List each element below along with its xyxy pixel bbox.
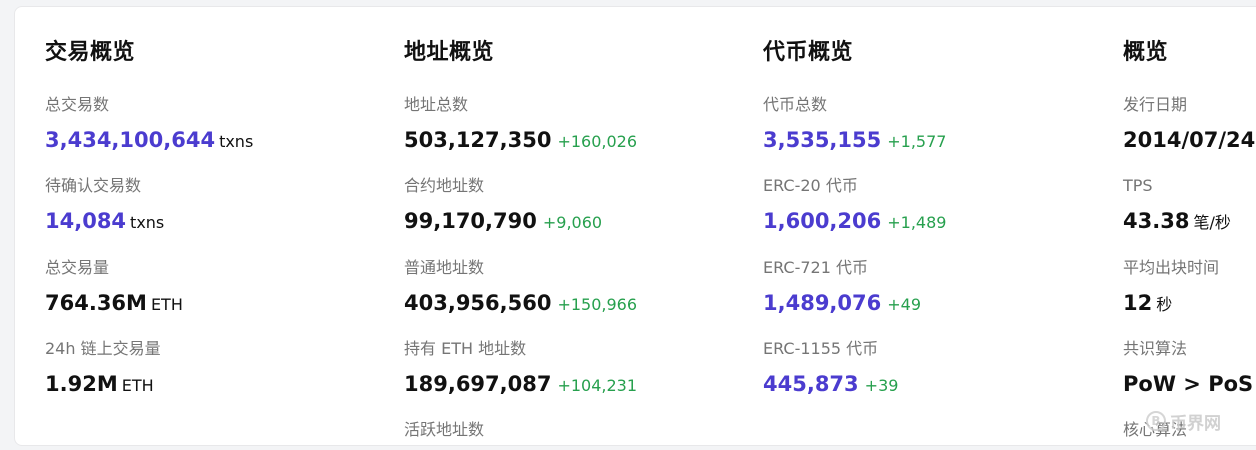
stat-unit: txns <box>219 132 254 151</box>
stat-24h-volume: 24h 链上交易量 1.92M ETH <box>45 338 161 397</box>
stat-label: 持有 ETH 地址数 <box>404 339 527 358</box>
stat-label: 总交易量 <box>45 258 110 277</box>
chain-stats-card: 交易概览 总交易数 3,434,100,644 txns 待确认交易数 14,08… <box>14 6 1256 446</box>
watermark-text: 币界网 <box>1170 413 1221 434</box>
stat-delta: +1,489 <box>887 213 947 232</box>
stat-consensus: 共识算法 PoW > PoS <box>1123 338 1253 397</box>
stat-tps: TPS 43.38 笔/秒 <box>1123 175 1231 234</box>
total-tokens-link[interactable]: 3,535,155 <box>763 128 881 152</box>
stat-total-volume: 总交易量 764.36M ETH <box>45 257 183 316</box>
stat-regular-addresses: 普通地址数 403,956,560 +150,966 <box>404 257 637 316</box>
stat-active-addresses: 活跃地址数 <box>404 419 484 441</box>
stat-unit: ETH <box>121 376 154 395</box>
stat-total-addresses: 地址总数 503,127,350 +160,026 <box>404 94 637 153</box>
stat-value: 99,170,790 <box>404 209 537 233</box>
stat-label: ERC-20 代币 <box>763 176 858 195</box>
stat-label: 代币总数 <box>763 95 828 114</box>
stat-value: 189,697,087 <box>404 372 552 396</box>
stat-label: ERC-721 代币 <box>763 258 869 277</box>
stat-label: 平均出块时间 <box>1123 258 1220 277</box>
bitcoin-icon: B <box>1146 411 1166 431</box>
stat-total-transactions: 总交易数 3,434,100,644 txns <box>45 94 253 153</box>
stat-pending-transactions: 待确认交易数 14,084 txns <box>45 175 164 234</box>
stat-value: 1.92M <box>45 372 118 396</box>
erc20-tokens-link[interactable]: 1,600,206 <box>763 209 881 233</box>
stat-label: TPS <box>1123 176 1153 195</box>
stat-contract-addresses: 合约地址数 99,170,790 +9,060 <box>404 175 602 234</box>
stat-erc1155-tokens: ERC-1155 代币 445,873 +39 <box>763 338 898 397</box>
stat-unit: txns <box>130 213 165 232</box>
stat-value: 12 <box>1123 291 1153 315</box>
section-title: 代币概览 <box>763 40 854 65</box>
stat-label: 合约地址数 <box>404 176 485 195</box>
total-transactions-link[interactable]: 3,434,100,644 <box>45 128 215 152</box>
stat-delta: +150,966 <box>557 295 638 314</box>
pending-transactions-link[interactable]: 14,084 <box>45 209 126 233</box>
stat-value: 43.38 <box>1123 209 1190 233</box>
stat-value: 403,956,560 <box>404 291 552 315</box>
stat-value: 764.36M <box>45 291 147 315</box>
stat-block-time: 平均出块时间 12 秒 <box>1123 257 1219 316</box>
stat-erc20-tokens: ERC-20 代币 1,600,206 +1,489 <box>763 175 946 234</box>
stat-label: 24h 链上交易量 <box>45 339 161 358</box>
stat-unit: 笔/秒 <box>1193 213 1231 232</box>
section-title: 概览 <box>1123 40 1169 65</box>
stat-unit: 秒 <box>1156 295 1173 314</box>
stat-delta: +1,577 <box>887 132 947 151</box>
stat-delta: +104,231 <box>557 376 638 395</box>
stat-label: 地址总数 <box>404 95 469 114</box>
stat-value: PoW > PoS <box>1123 372 1254 396</box>
stat-value: 2014/07/24 <box>1123 128 1256 152</box>
erc1155-tokens-link[interactable]: 445,873 <box>763 372 859 396</box>
stat-label: 活跃地址数 <box>404 420 485 439</box>
stat-total-tokens: 代币总数 3,535,155 +1,577 <box>763 94 946 153</box>
stat-label: 待确认交易数 <box>45 176 142 195</box>
stat-label: 发行日期 <box>1123 95 1188 114</box>
stat-label: ERC-1155 代币 <box>763 339 879 358</box>
watermark-logo: B 币界网 <box>1146 408 1221 434</box>
stat-delta: +49 <box>887 295 922 314</box>
section-title: 地址概览 <box>404 40 495 65</box>
stat-label: 普通地址数 <box>404 258 485 277</box>
stat-value: 503,127,350 <box>404 128 552 152</box>
stat-delta: +9,060 <box>542 213 603 232</box>
stat-label: 总交易数 <box>45 95 110 114</box>
stat-delta: +39 <box>864 376 899 395</box>
stat-unit: ETH <box>150 295 183 314</box>
stat-launch-date: 发行日期 2014/07/24 <box>1123 94 1255 153</box>
erc721-tokens-link[interactable]: 1,489,076 <box>763 291 881 315</box>
stat-eth-holder-addresses: 持有 ETH 地址数 189,697,087 +104,231 <box>404 338 637 397</box>
stat-delta: +160,026 <box>557 132 638 151</box>
section-title: 交易概览 <box>45 40 136 65</box>
stat-label: 共识算法 <box>1123 339 1188 358</box>
stat-erc721-tokens: ERC-721 代币 1,489,076 +49 <box>763 257 921 316</box>
